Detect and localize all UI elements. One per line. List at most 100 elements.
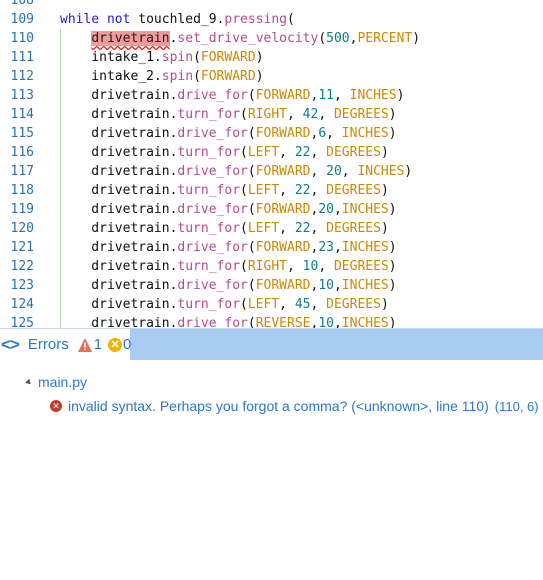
code-line[interactable]: 119 drivetrain.drive_for(FORWARD,20,INCH… (0, 200, 543, 219)
line-number: 112 (10, 69, 34, 84)
code-token: not (106, 12, 131, 27)
code-token: ) (255, 50, 264, 65)
code-token: REVERSE (255, 316, 311, 328)
code-line[interactable]: 113 drivetrain.drive_for(FORWARD,11, INC… (0, 86, 543, 105)
code-token: RIGHT (247, 107, 287, 122)
code-token: drivetrain. (60, 164, 178, 179)
line-code: intake_1.spin(FORWARD) (60, 48, 264, 67)
line-code: drivetrain.drive_for(REVERSE,10,INCHES) (60, 314, 397, 328)
code-token: 22 (294, 183, 311, 198)
code-token: drive_for (177, 126, 248, 141)
code-line[interactable]: 121 drivetrain.drive_for(FORWARD,23,INCH… (0, 238, 543, 257)
errors-tab[interactable]: Errors (28, 336, 69, 353)
code-token: DEGREES (326, 297, 381, 312)
code-line[interactable]: 118 drivetrain.turn_for(LEFT, 22, DEGREE… (0, 181, 543, 200)
line-code: drivetrain.drive_for(FORWARD,10,INCHES) (60, 276, 396, 295)
line-number: 111 (10, 50, 34, 65)
code-token: turn_for (177, 107, 241, 122)
code-token: ( (247, 126, 256, 141)
code-line[interactable]: 115 drivetrain.drive_for(FORWARD,6, INCH… (0, 124, 543, 143)
line-number: 109 (10, 12, 34, 27)
code-token: ) (404, 164, 413, 179)
code-line[interactable]: 108 (0, 0, 543, 10)
code-token: ) (388, 259, 397, 274)
code-line[interactable]: 112 intake_2.spin(FORWARD) (0, 67, 543, 86)
code-token: drivetrain. (60, 240, 178, 255)
code-line[interactable]: 109 while not touchled_9.pressing( (0, 10, 543, 29)
code-token: 10 (318, 316, 334, 328)
code-line[interactable]: 125 drivetrain.drive_for(REVERSE,10,INCH… (0, 314, 543, 328)
line-code: drivetrain.drive_for(FORWARD,23,INCHES) (60, 238, 396, 257)
code-editor[interactable]: 108 109 while not touchled_9.pressing(110 … (0, 0, 543, 328)
code-line[interactable]: 114 drivetrain.turn_for(RIGHT, 42, DEGRE… (0, 105, 543, 124)
line-number: 115 (10, 126, 34, 141)
panel-tabs: <> Errors 1 ✕ 0 (0, 329, 137, 360)
code-token: ( (240, 259, 248, 274)
code-token: ( (240, 183, 248, 198)
code-token: , (279, 145, 295, 160)
code-token: , (310, 164, 327, 179)
collapse-arrow-icon[interactable] (25, 378, 33, 386)
code-line[interactable]: 123 drivetrain.drive_for(FORWARD,10,INCH… (0, 276, 543, 295)
problem-item[interactable]: ✕ invalid syntax. Perhaps you forgot a c… (50, 398, 539, 414)
expand-collapse-chevron-icon[interactable]: <> (1, 335, 20, 355)
code-token: 500 (326, 31, 350, 46)
code-token: , (318, 107, 334, 122)
code-line[interactable]: 111 intake_1.spin(FORWARD) (0, 48, 543, 67)
code-token: ) (380, 221, 389, 236)
line-number: 124 (10, 297, 34, 312)
line-code: while not touchled_9.pressing( (60, 10, 295, 29)
code-token: , (279, 297, 295, 312)
code-token: ( (247, 164, 256, 179)
code-token: ( (240, 297, 248, 312)
code-token: INCHES (341, 202, 389, 217)
code-token: DEGREES (333, 107, 389, 122)
code-token: ( (287, 12, 295, 27)
code-token: , (333, 240, 342, 255)
line-number: 113 (10, 88, 34, 103)
code-token: , (287, 107, 303, 122)
code-token: , (279, 183, 295, 198)
code-line[interactable]: 116 drivetrain.turn_for(LEFT, 22, DEGREE… (0, 143, 543, 162)
code-line[interactable]: 110 drivetrain.set_drive_velocity(500,PE… (0, 29, 543, 48)
code-token: drive_for (177, 278, 248, 293)
code-token: ) (388, 316, 397, 328)
line-code: drivetrain.drive_for(FORWARD,11, INCHES) (60, 86, 404, 105)
code-token: 20 (326, 164, 342, 179)
code-token: spin (161, 69, 194, 84)
code-token: RIGHT (247, 259, 287, 274)
code-token: , (318, 259, 334, 274)
code-token: ) (388, 107, 397, 122)
code-line[interactable]: 124 drivetrain.turn_for(LEFT, 45, DEGREE… (0, 295, 543, 314)
code-token: ) (380, 183, 389, 198)
code-token: touchled_9. (130, 12, 225, 27)
code-token: DEGREES (333, 259, 389, 274)
line-number: 117 (10, 164, 34, 179)
problem-file-row[interactable]: main.py (25, 374, 87, 390)
code-token: intake_2. (60, 69, 162, 84)
code-token: 10 (302, 259, 319, 274)
code-token: ( (240, 145, 248, 160)
code-token: drivetrain. (60, 126, 178, 141)
code-line[interactable]: 117 drivetrain.drive_for(FORWARD, 20, IN… (0, 162, 543, 181)
code-token: drive_for (177, 240, 248, 255)
code-token: ( (193, 69, 201, 84)
error-icon: ✕ (50, 400, 62, 412)
line-number: 114 (10, 107, 34, 122)
code-token: ( (247, 316, 256, 328)
code-token: FORWARD (255, 278, 311, 293)
code-token: drivetrain. (60, 145, 178, 160)
line-code: drivetrain.turn_for(LEFT, 22, DEGREES) (60, 143, 389, 162)
code-token: , (341, 164, 358, 179)
line-code: drivetrain.turn_for(LEFT, 45, DEGREES) (60, 295, 388, 314)
warning-icon (77, 337, 93, 353)
code-token: ) (380, 145, 389, 160)
code-token: ( (193, 50, 201, 65)
code-token: while (60, 12, 100, 27)
line-number: 119 (10, 202, 34, 217)
code-token: DEGREES (326, 145, 381, 160)
code-line[interactable]: 122 drivetrain.turn_for(RIGHT, 10, DEGRE… (0, 257, 543, 276)
code-token: INCHES (341, 278, 389, 293)
code-line[interactable]: 120 drivetrain.turn_for(LEFT, 22, DEGREE… (0, 219, 543, 238)
line-code: drivetrain.turn_for(RIGHT, 42, DEGREES) (60, 105, 397, 124)
